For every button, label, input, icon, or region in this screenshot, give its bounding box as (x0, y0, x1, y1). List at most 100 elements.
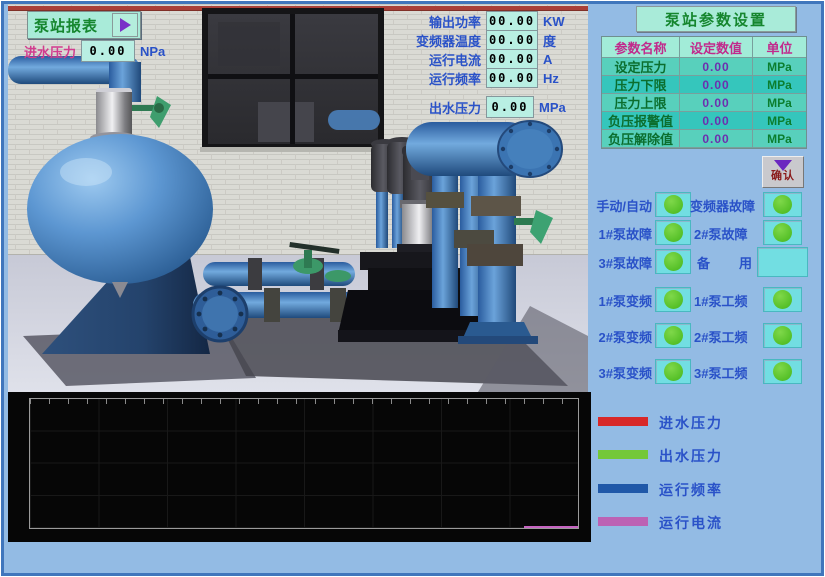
status-label-pump2-fault: 2#泵故障 (694, 224, 766, 243)
param-unit: MPa (753, 58, 806, 76)
run-frequency-label: 运行频率 (406, 69, 481, 88)
status-lamp-manual-auto (655, 192, 691, 217)
status-label-manual-auto: 手动/自动 (580, 196, 652, 215)
output-power-field: 输出功率 00.00 KW (406, 11, 565, 31)
param-value[interactable]: 0.00 (680, 76, 753, 94)
legend-label-run-frequency: 运行频率 (659, 480, 723, 500)
legend-swatch-inlet-pressure (598, 417, 648, 426)
legend-swatch-outlet-pressure (598, 450, 648, 459)
status-label-inverter-fault: 变频器故障 (690, 196, 762, 215)
status-lamp-spare (757, 247, 808, 277)
run-current-label: 运行电流 (406, 50, 481, 69)
status-label-pump1-vfd: 1#泵变频 (580, 291, 652, 310)
pressure-tank (27, 134, 213, 284)
run-frequency-field: 运行频率 00.00 Hz (406, 68, 559, 88)
status-lamp-pump3-fault (655, 249, 691, 274)
inlet-pressure-label: 进水压力 (22, 42, 76, 61)
lamp-icon (773, 362, 792, 381)
output-power-value: 00.00 (486, 11, 538, 31)
param-unit: MPa (753, 112, 806, 130)
param-name: 压力上限 (602, 94, 680, 112)
status-lamp-pump1-vfd (655, 287, 691, 312)
output-power-unit: KW (543, 14, 565, 29)
param-value[interactable]: 0.00 (680, 58, 753, 76)
inlet-pressure-field: 进水压力 0.00 NPa (22, 40, 165, 62)
param-value[interactable]: 0.00 (680, 94, 753, 112)
param-unit: MPa (753, 130, 806, 148)
inverter-temp-field: 变频器温度 00.00 度 (406, 30, 556, 50)
plot-ticks (30, 399, 578, 404)
confirm-button-label: 确认 (771, 167, 795, 183)
lamp-icon (664, 362, 683, 381)
status-label-pump2-mains: 2#泵工频 (694, 327, 766, 346)
col-param-name: 参数名称 (602, 37, 680, 58)
status-label-pump1-mains: 1#泵工频 (694, 291, 766, 310)
status-lamp-pump2-vfd (655, 323, 691, 348)
status-label-pump1-fault: 1#泵故障 (580, 224, 652, 243)
inlet-pressure-value: 0.00 (81, 40, 135, 62)
col-unit: 单位 (753, 37, 806, 58)
param-name: 负压报警值 (602, 112, 680, 130)
param-name: 负压解除值 (602, 130, 680, 148)
lamp-icon (773, 223, 792, 242)
status-lamp-inverter-fault (763, 192, 802, 217)
param-name: 压力下限 (602, 76, 680, 94)
col-set-value: 设定数值 (680, 37, 753, 58)
status-lamp-pump3-mains (763, 359, 802, 384)
lamp-icon (664, 290, 683, 309)
lamp-icon (664, 326, 683, 345)
table-row: 设定压力 0.00 MPa (602, 58, 806, 76)
lamp-icon (664, 223, 683, 242)
output-power-label: 输出功率 (406, 12, 481, 31)
table-row: 压力上限 0.00 MPa (602, 94, 806, 112)
run-current-value: 00.00 (486, 49, 538, 69)
param-value[interactable]: 0.00 (680, 112, 753, 130)
status-lamp-pump1-fault (655, 220, 691, 245)
lamp-icon (773, 195, 792, 214)
play-icon[interactable] (112, 13, 138, 37)
hmi-pump-station-screen: 泵站报表 进水压力 0.00 NPa 输出功率 00.00 KW 变频器温度 0… (0, 0, 825, 577)
run-current-unit: A (543, 52, 552, 67)
lamp-icon (664, 195, 683, 214)
param-name: 设定压力 (602, 58, 680, 76)
outlet-pressure-value: 0.00 (486, 96, 534, 118)
run-current-field: 运行电流 00.00 A (406, 49, 552, 69)
param-unit: MPa (753, 94, 806, 112)
legend-swatch-run-current (598, 517, 648, 526)
report-button-label: 泵站报表 (28, 15, 112, 36)
outlet-pressure-unit: MPa (539, 100, 566, 115)
param-value[interactable]: 0.00 (680, 130, 753, 148)
legend-label-run-current: 运行电流 (659, 513, 723, 533)
settings-table: 参数名称 设定数值 单位 设定压力 0.00 MPa 压力下限 0.00 MPa… (601, 36, 807, 149)
inlet-pressure-unit: NPa (140, 44, 165, 59)
status-label-pump3-vfd: 3#泵变频 (580, 363, 652, 382)
lamp-icon (773, 326, 792, 345)
status-lamp-pump2-mains (763, 323, 802, 348)
trend-chart (8, 392, 591, 542)
inverter-temp-label: 变频器温度 (406, 31, 481, 50)
settings-panel-title: 泵站参数设置 (636, 6, 796, 32)
report-button[interactable]: 泵站报表 (27, 11, 141, 39)
lamp-icon (773, 290, 792, 309)
table-row: 负压报警值 0.00 MPa (602, 112, 806, 130)
window (200, 8, 386, 152)
status-label-pump3-fault: 3#泵故障 (580, 253, 652, 272)
legend-label-outlet-pressure: 出水压力 (659, 446, 723, 466)
param-unit: MPa (753, 76, 806, 94)
run-current-trace (524, 526, 578, 528)
confirm-button[interactable]: 确认 (762, 156, 804, 188)
inverter-temp-value: 00.00 (486, 30, 538, 50)
status-lamp-pump2-fault (763, 220, 802, 245)
run-frequency-unit: Hz (543, 71, 559, 86)
run-frequency-value: 00.00 (486, 68, 538, 88)
inverter-temp-unit: 度 (543, 31, 556, 50)
outlet-pressure-label: 出水压力 (406, 98, 481, 117)
legend-swatch-run-frequency (598, 484, 648, 493)
status-label-pump2-vfd: 2#泵变频 (580, 327, 652, 346)
settings-table-header: 参数名称 设定数值 单位 (602, 37, 806, 58)
table-row: 负压解除值 0.00 MPa (602, 130, 806, 148)
outlet-pressure-field: 出水压力 0.00 MPa (406, 96, 566, 118)
status-label-pump3-mains: 3#泵工频 (694, 363, 766, 382)
pump-station-3d-view: 泵站报表 进水压力 0.00 NPa 输出功率 00.00 KW 变频器温度 0… (8, 4, 588, 392)
table-row: 压力下限 0.00 MPa (602, 76, 806, 94)
